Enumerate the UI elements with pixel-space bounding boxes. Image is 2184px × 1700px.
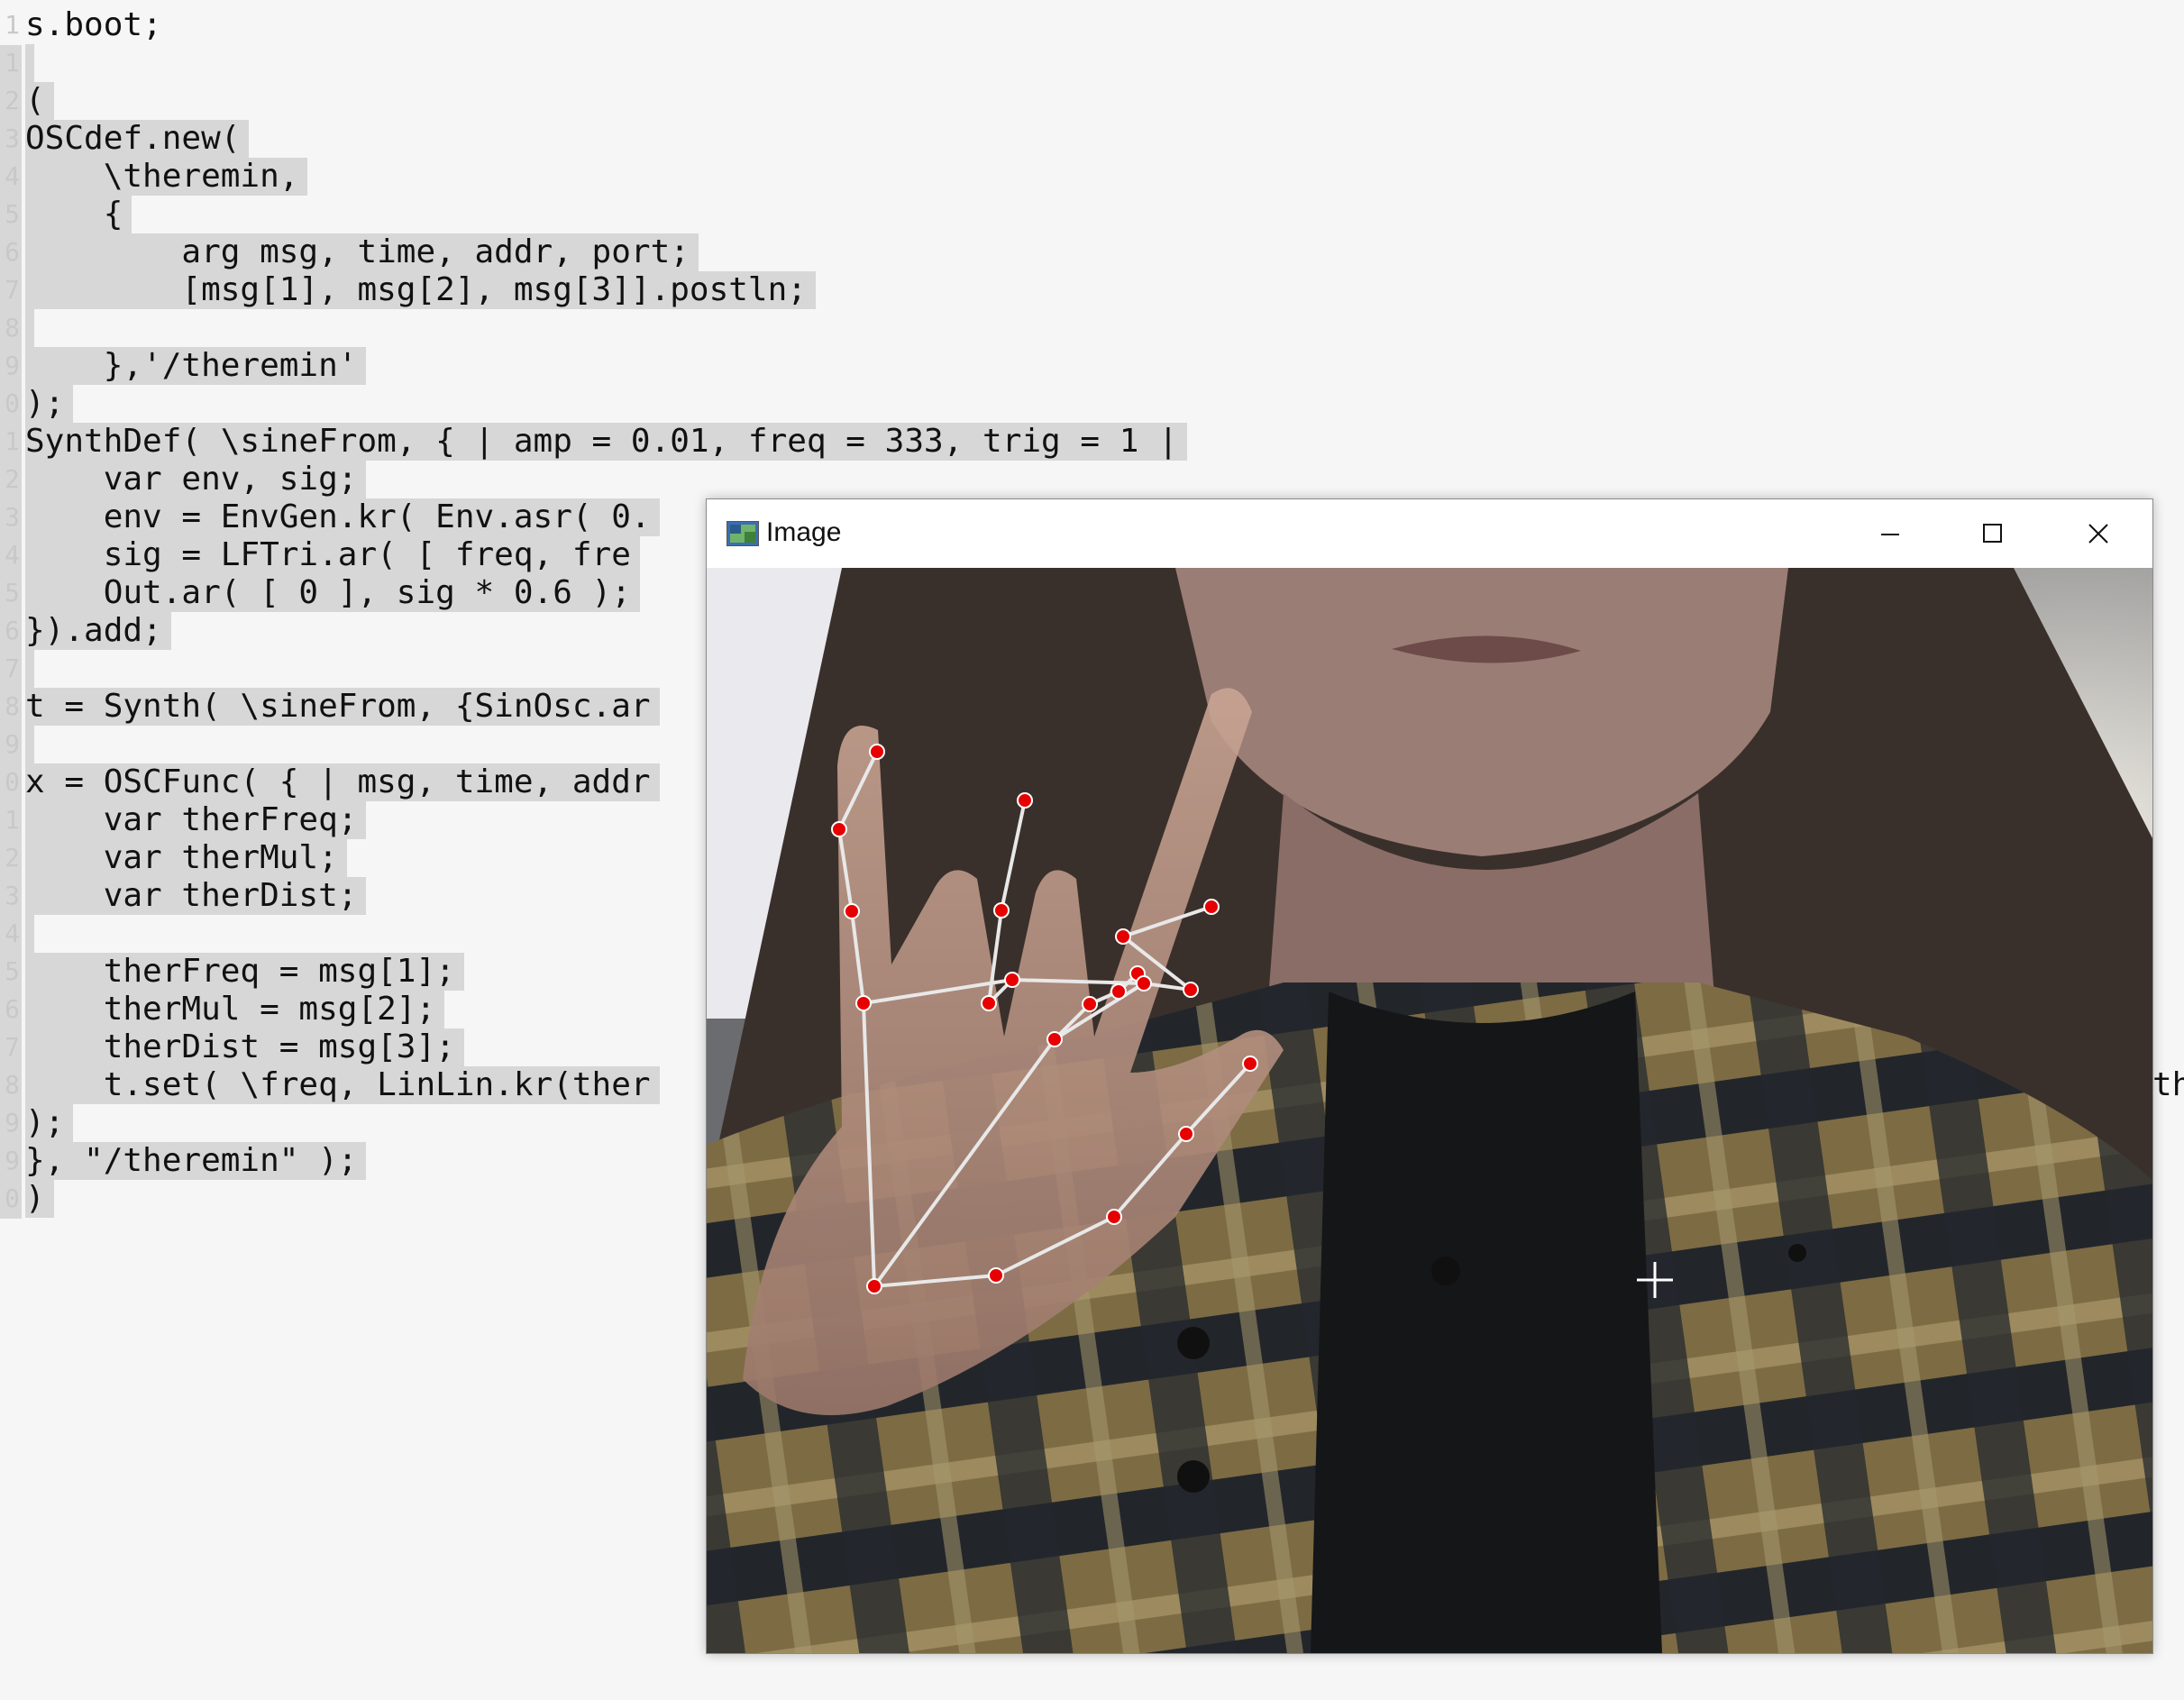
hand-landmark-point xyxy=(1004,972,1020,988)
line-number: 1 xyxy=(5,426,20,456)
code-text: x = OSCFunc( { | msg, time, addr xyxy=(25,763,660,801)
code-text: Out.ar( [ 0 ], sig * 0.6 ); xyxy=(25,574,640,612)
line-number: 3 xyxy=(5,123,20,153)
line-number: 9 xyxy=(5,1108,20,1138)
code-text xyxy=(25,915,34,953)
line-number: 3 xyxy=(5,502,20,532)
window-title: Image xyxy=(766,517,842,547)
code-text: sig = LFTri.ar( [ freq, fre xyxy=(25,536,640,574)
line-number: 2 xyxy=(5,86,20,115)
code-text: SynthDef( \sineFrom, { | amp = 0.01, fre… xyxy=(25,423,1187,461)
code-text: arg msg, time, addr, port; xyxy=(25,233,699,271)
code-text: \theremin, xyxy=(25,158,308,196)
maximize-icon xyxy=(1983,524,2002,543)
hand-landmark-point xyxy=(981,995,997,1011)
code-text: var therDist; xyxy=(25,877,367,915)
code-text: therDist = msg[3]; xyxy=(25,1028,464,1066)
code-text: ( xyxy=(25,82,54,120)
code-text xyxy=(25,44,34,82)
code-text: },'/theremin' xyxy=(25,347,367,385)
code-text: var env, sig; xyxy=(25,461,367,498)
code-text: therFreq = msg[1]; xyxy=(25,953,464,991)
line-number: 4 xyxy=(5,540,20,570)
line-number: 8 xyxy=(5,313,20,343)
code-text: var therMul; xyxy=(25,839,347,877)
camera-view[interactable] xyxy=(707,568,2152,1653)
hand-landmark-point xyxy=(1178,1126,1194,1142)
line-number: 0 xyxy=(5,1184,20,1213)
line-number: 9 xyxy=(5,351,20,380)
hand-landmark-point xyxy=(869,744,885,760)
line-number: 9 xyxy=(5,1146,20,1175)
code-text: [msg[1], msg[2], msg[3]].postln; xyxy=(25,271,816,309)
hand-landmark-point xyxy=(866,1278,882,1294)
line-number: 4 xyxy=(5,161,20,191)
minimize-icon xyxy=(1881,534,1899,535)
code-text: therMul = msg[2]; xyxy=(25,991,445,1028)
line-number: 5 xyxy=(5,199,20,229)
line-number: 6 xyxy=(5,616,20,645)
line-number: 0 xyxy=(5,767,20,797)
close-icon xyxy=(2088,524,2108,544)
code-text xyxy=(25,309,34,347)
line-number: 5 xyxy=(5,956,20,986)
hand-landmark-point xyxy=(1082,996,1098,1012)
line-number: 9 xyxy=(5,729,20,759)
hand-landmark-point xyxy=(1183,982,1199,998)
hand-landmark-point xyxy=(993,902,1010,919)
code-text: s.boot; xyxy=(25,6,162,43)
line-number: 6 xyxy=(5,994,20,1024)
code-text: ) xyxy=(25,1180,54,1218)
code-text xyxy=(25,726,34,763)
code-text: env = EnvGen.kr( Env.asr( 0. xyxy=(25,498,660,536)
line-number: 1 xyxy=(5,10,20,40)
line-number: 8 xyxy=(5,691,20,721)
line-number: 7 xyxy=(5,653,20,683)
code-text: }, "/theremin" ); xyxy=(25,1142,367,1180)
line-number: 0 xyxy=(5,388,20,418)
code-text: t = Synth( \sineFrom, {SinOsc.ar xyxy=(25,688,660,726)
line-number: 7 xyxy=(5,275,20,305)
hand-landmark-point xyxy=(1115,928,1131,945)
hand-landmark-point xyxy=(988,1267,1004,1284)
code-text: OSCdef.new( xyxy=(25,120,250,158)
line-number: 2 xyxy=(5,843,20,873)
maximize-button[interactable] xyxy=(1960,508,2024,559)
code-text: ); xyxy=(25,385,74,423)
webcam-frame xyxy=(707,568,2152,1653)
image-window[interactable]: Image xyxy=(706,498,2153,1654)
code-text: { xyxy=(25,196,133,233)
minimize-button[interactable] xyxy=(1858,508,1921,559)
code-text: }).add; xyxy=(25,612,171,650)
hand-landmark-point xyxy=(1017,792,1033,809)
overflow-code-text: th xyxy=(2152,1066,2184,1103)
close-button[interactable] xyxy=(2066,508,2129,559)
line-number: 1 xyxy=(5,48,20,78)
line-number: 1 xyxy=(5,805,20,835)
line-number: 7 xyxy=(5,1032,20,1062)
hand-landmark-point xyxy=(1106,1209,1122,1225)
window-titlebar[interactable]: Image xyxy=(707,499,2152,568)
code-text: t.set( \freq, LinLin.kr(ther xyxy=(25,1066,660,1104)
hand-landmark-point xyxy=(1203,899,1220,915)
hand-landmark-point xyxy=(1046,1031,1063,1047)
code-text: ); xyxy=(25,1104,74,1142)
line-number: 2 xyxy=(5,464,20,494)
hand-landmark-point xyxy=(831,821,847,837)
code-text: var therFreq; xyxy=(25,801,367,839)
hand-landmark-point xyxy=(1242,1056,1258,1072)
hand-landmark-point xyxy=(1110,983,1127,1000)
line-number: 5 xyxy=(5,578,20,608)
hand-landmark-point xyxy=(844,903,860,919)
code-text xyxy=(25,650,34,688)
line-number: 3 xyxy=(5,881,20,910)
line-number: 6 xyxy=(5,237,20,267)
line-number: 4 xyxy=(5,919,20,948)
hand-landmark-point xyxy=(855,995,872,1011)
image-app-icon xyxy=(726,521,759,546)
line-number: 8 xyxy=(5,1070,20,1100)
hand-landmark-point xyxy=(1136,975,1152,992)
